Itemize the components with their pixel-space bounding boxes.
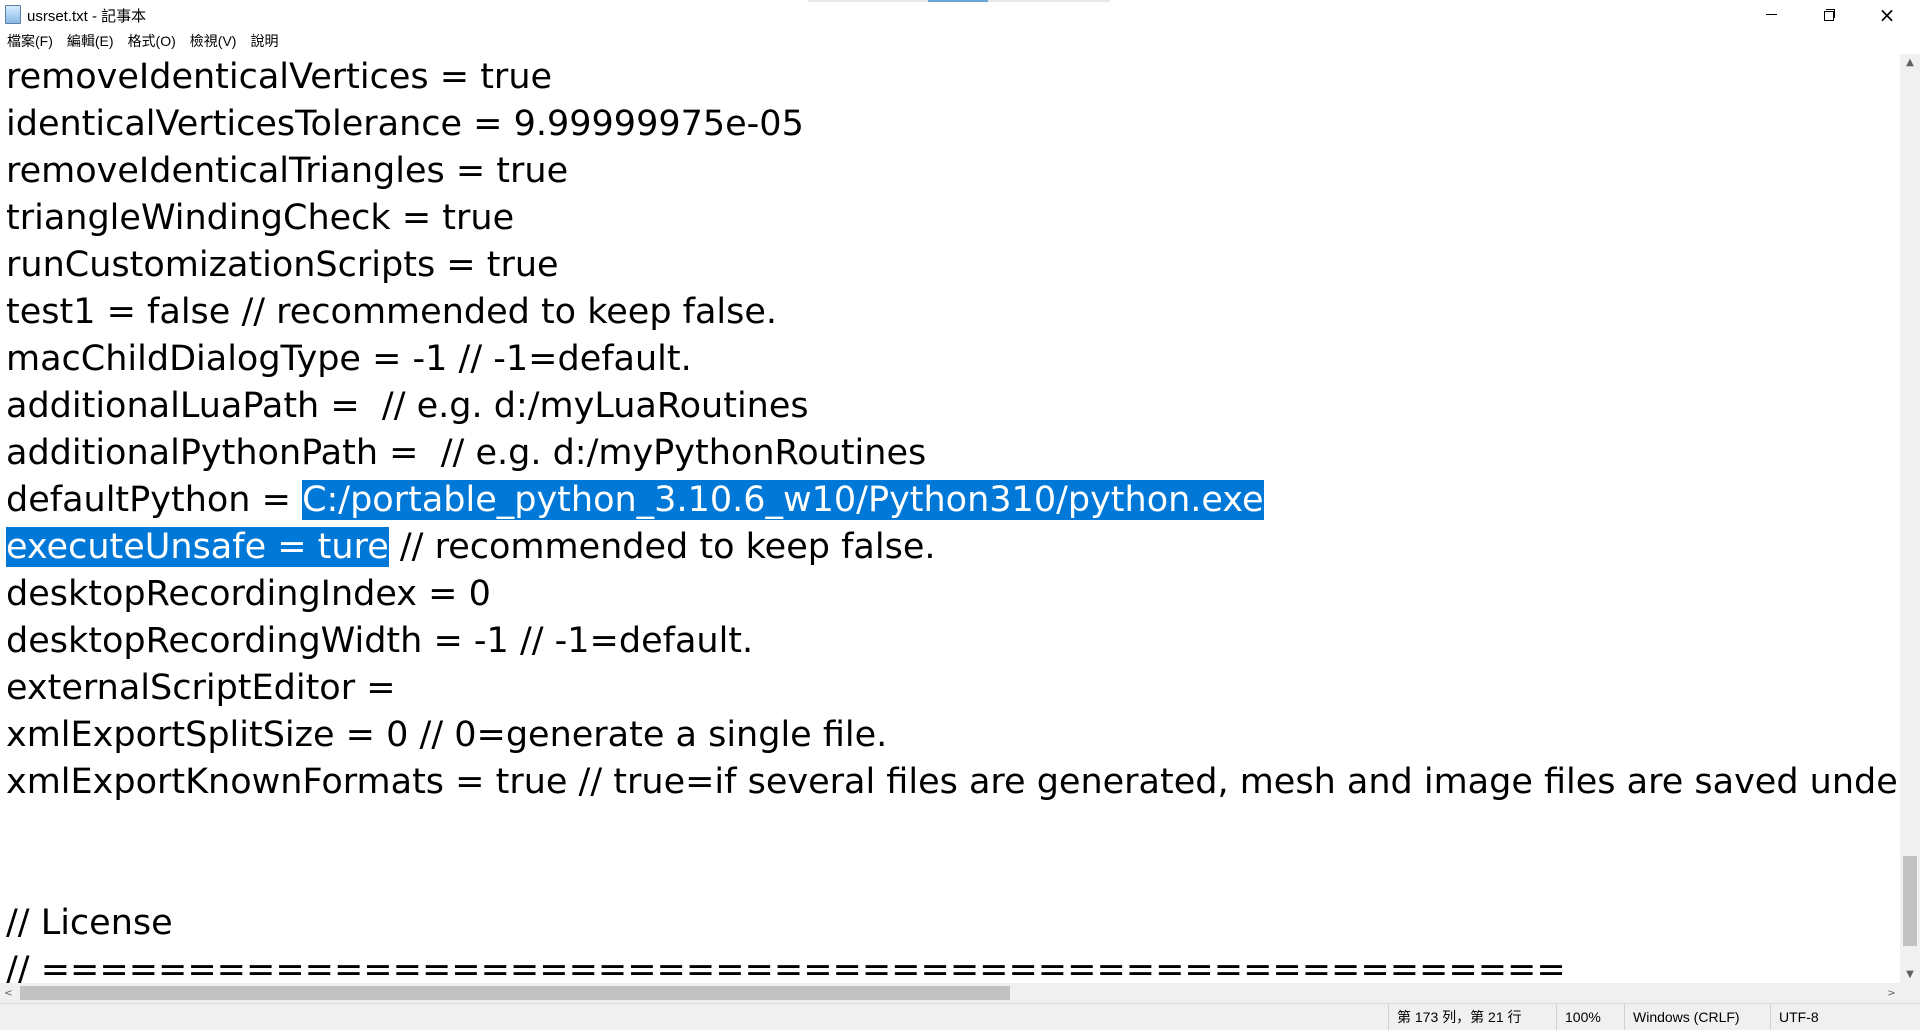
- vertical-scroll-thumb[interactable]: [1903, 856, 1917, 946]
- scrollbar-corner: [1900, 983, 1920, 1003]
- menu-file[interactable]: 檔案(F): [0, 29, 60, 54]
- horizontal-scroll-thumb[interactable]: [20, 986, 1010, 1000]
- restore-button[interactable]: [1800, 0, 1858, 29]
- text-line[interactable]: defaultPython = C:/portable_python_3.10.…: [6, 477, 1264, 524]
- notepad-icon: [5, 5, 21, 24]
- menu-bar: 檔案(F) 編輯(E) 格式(O) 檢視(V) 說明: [0, 29, 1920, 54]
- line-ending: Windows (CRLF): [1624, 1004, 1770, 1030]
- title-bar-highlight: [928, 0, 988, 2]
- title-bar-highlight: [808, 0, 928, 2]
- text-line[interactable]: test1 = false // recommended to keep fal…: [6, 289, 777, 336]
- title-bar-highlight: [988, 0, 1110, 2]
- text-line[interactable]: runCustomizationScripts = true: [6, 242, 559, 289]
- selected-text: C:/portable_python_3.10.6_w10/Python310/…: [302, 480, 1264, 520]
- text-line[interactable]: additionalPythonPath = // e.g. d:/myPyth…: [6, 430, 926, 477]
- selected-text: executeUnsafe = ture: [6, 527, 389, 567]
- zoom-level: 100%: [1556, 1004, 1624, 1030]
- restore-icon: [1823, 9, 1835, 21]
- text-line[interactable]: externalScriptEditor =: [6, 665, 407, 712]
- menu-help[interactable]: 說明: [243, 29, 285, 54]
- text-line[interactable]: xmlExportKnownFormats = true // true=if …: [6, 759, 1900, 806]
- minimize-button[interactable]: [1742, 0, 1800, 29]
- line-text: // recommended to keep false.: [388, 527, 936, 567]
- text-line[interactable]: removeIdenticalTriangles = true: [6, 148, 568, 195]
- text-line[interactable]: additionalLuaPath = // e.g. d:/myLuaRout…: [6, 383, 809, 430]
- text-line[interactable]: xmlExportSplitSize = 0 // 0=generate a s…: [6, 712, 887, 759]
- menu-edit[interactable]: 編輯(E): [60, 29, 121, 54]
- window-title: usrset.txt - 記事本: [27, 8, 147, 25]
- scroll-left-icon[interactable]: <: [0, 983, 17, 1003]
- scroll-right-icon[interactable]: >: [1883, 983, 1900, 1003]
- text-line[interactable]: triangleWindingCheck = true: [6, 195, 514, 242]
- minimize-icon: [1765, 14, 1777, 15]
- title-bar[interactable]: usrset.txt - 記事本 ×: [0, 0, 1920, 29]
- scroll-up-icon[interactable]: ▲: [1900, 54, 1920, 71]
- text-editor[interactable]: removeIdenticalVertices = true identical…: [0, 54, 1900, 983]
- menu-format[interactable]: 格式(O): [121, 29, 183, 54]
- vertical-scrollbar[interactable]: ▲ ▼: [1900, 54, 1920, 983]
- text-line[interactable]: executeUnsafe = ture // recommended to k…: [6, 524, 935, 571]
- text-line[interactable]: // License: [6, 900, 173, 947]
- cursor-position: 第 173 列，第 21 行: [1388, 1004, 1556, 1030]
- encoding: UTF-8: [1770, 1004, 1920, 1030]
- text-line[interactable]: identicalVerticesTolerance = 9.99999975e…: [6, 101, 804, 148]
- line-text: defaultPython =: [6, 480, 303, 520]
- text-line[interactable]: macChildDialogType = -1 // -1=default.: [6, 336, 692, 383]
- status-bar: 第 173 列，第 21 行 100% Windows (CRLF) UTF-8: [0, 1003, 1920, 1030]
- menu-view[interactable]: 檢視(V): [183, 29, 244, 54]
- close-button[interactable]: ×: [1858, 0, 1916, 29]
- scroll-down-icon[interactable]: ▼: [1900, 966, 1920, 983]
- text-line[interactable]: desktopRecordingWidth = -1 // -1=default…: [6, 618, 753, 665]
- text-line[interactable]: removeIdenticalVertices = true: [6, 54, 552, 101]
- horizontal-scrollbar[interactable]: < >: [0, 983, 1900, 1003]
- notepad-window: usrset.txt - 記事本 × 檔案(F) 編輯(E) 格式(O) 檢視(…: [0, 0, 1920, 1030]
- text-line[interactable]: // =====================================…: [6, 947, 1566, 983]
- text-line[interactable]: desktopRecordingIndex = 0: [6, 571, 491, 618]
- close-icon: ×: [1878, 2, 1896, 27]
